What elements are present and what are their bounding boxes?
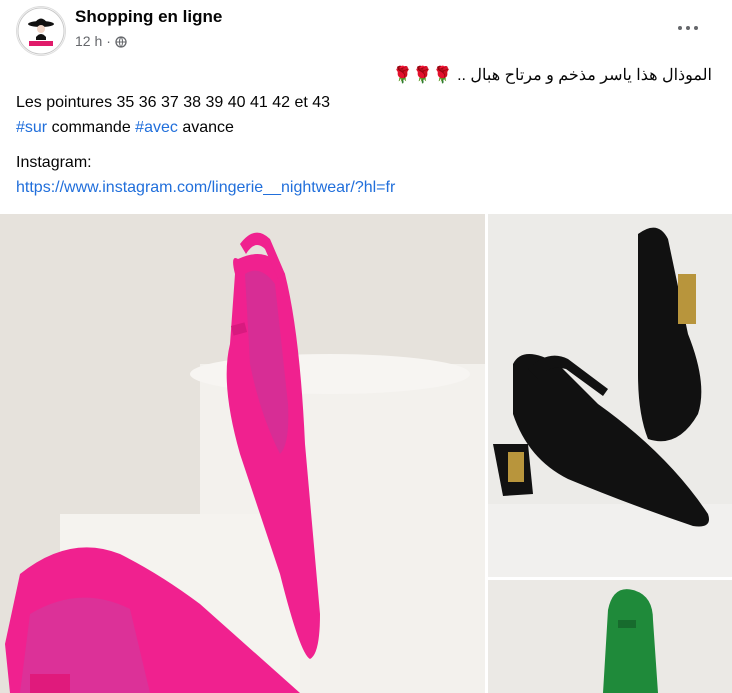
post-header: Shopping en ligne 12 h · xyxy=(0,0,732,64)
text-commande: commande xyxy=(47,119,136,136)
hashtag-avec[interactable]: #avec xyxy=(135,119,178,136)
hashtag-sur[interactable]: #sur xyxy=(16,119,47,136)
rose-emojis: 🌹🌹🌹 xyxy=(392,67,453,84)
globe-icon xyxy=(115,35,127,48)
page-name[interactable]: Shopping en ligne xyxy=(75,7,222,27)
meta-separator: · xyxy=(106,33,111,49)
photo-green-shoe[interactable] xyxy=(488,580,732,693)
post-text-sizes: Les pointures 35 36 37 38 39 40 41 42 et… xyxy=(16,94,331,111)
post-photos xyxy=(0,214,732,693)
instagram-label: Instagram: xyxy=(16,154,92,171)
photo-pink-shoes[interactable] xyxy=(0,214,485,693)
post-text-order: #sur commande #avec avance xyxy=(16,116,234,140)
photo-black-shoes[interactable] xyxy=(488,214,732,577)
text-avance: avance xyxy=(177,119,234,136)
instagram-link-wrap: https://www.instagram.com/lingerie__nigh… xyxy=(16,176,395,200)
post-time[interactable]: 12 h xyxy=(75,33,102,49)
instagram-link[interactable]: https://www.instagram.com/lingerie__nigh… xyxy=(16,179,395,196)
post-text-arabic: الموذال هذا ياسر مذخم و مرتاح هبال .. 🌹🌹… xyxy=(393,64,712,88)
page-avatar[interactable] xyxy=(16,6,66,56)
post-meta: 12 h · xyxy=(75,33,127,49)
more-options-icon[interactable] xyxy=(674,14,702,42)
arabic-line: الموذال هذا ياسر مذخم و مرتاح هبال .. xyxy=(457,67,712,84)
